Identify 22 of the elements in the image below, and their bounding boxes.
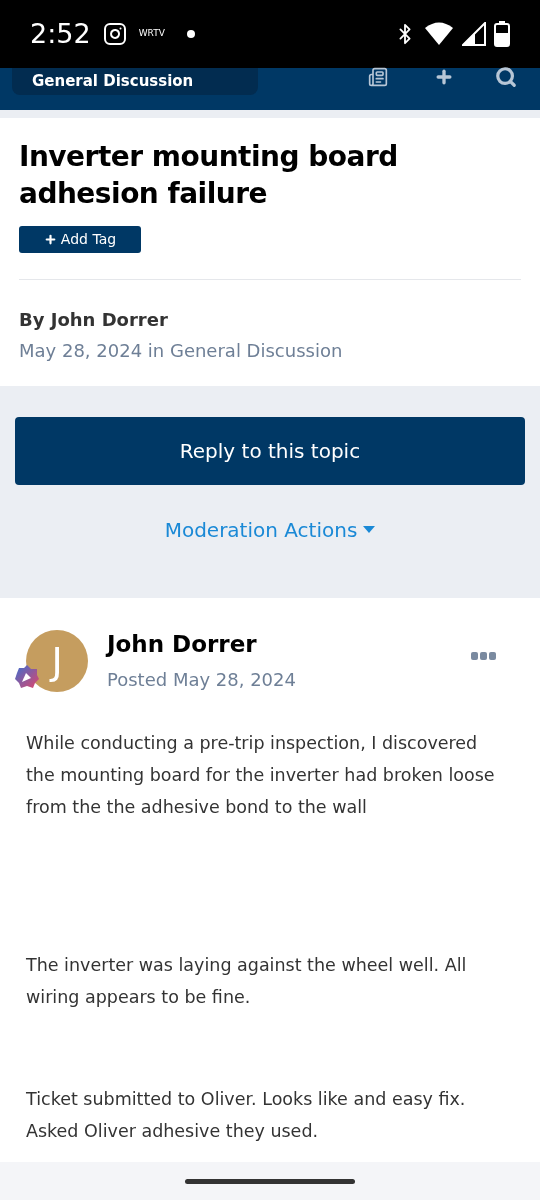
plus-icon	[43, 233, 57, 246]
post-paragraph: The inverter was laying against the wheel well. All wiring appears to be fine.	[26, 953, 468, 1009]
badge-icon	[14, 664, 40, 690]
author-line: By John Dorrer	[19, 308, 169, 332]
topic-title: Inverter mounting board adhesion failure	[19, 139, 399, 212]
battery-icon	[494, 21, 510, 47]
post-author[interactable]: John Dorrer	[107, 627, 296, 662]
notification-label: WRTV	[138, 27, 165, 41]
post-paragraph: Ticket submitted to Oliver. Looks like and easy fix. Asked Oliver adhesive they used.	[26, 1087, 467, 1143]
breadcrumb-button[interactable]: General Discussion	[12, 68, 258, 95]
signal-icon	[462, 22, 486, 46]
reply-button[interactable]: Reply to this topic	[15, 417, 525, 485]
caret-icon	[363, 526, 376, 534]
home-indicator[interactable]	[185, 1178, 355, 1184]
add-tag-button[interactable]: Add Tag	[19, 226, 141, 253]
post-date: Posted May 28, 2024	[107, 667, 296, 692]
camera-app-icon	[102, 22, 127, 46]
more-options-icon[interactable]	[471, 652, 497, 660]
wifi-icon	[424, 21, 454, 47]
post-paragraph: While conducting a pre-trip inspection, I discovered the mounting board for the inverter had broken loose from the the adhesive bond to the wall	[26, 731, 496, 819]
topic-meta: May 28, 2024 in General Discussion	[19, 339, 344, 363]
clock: 2:52	[30, 16, 91, 51]
